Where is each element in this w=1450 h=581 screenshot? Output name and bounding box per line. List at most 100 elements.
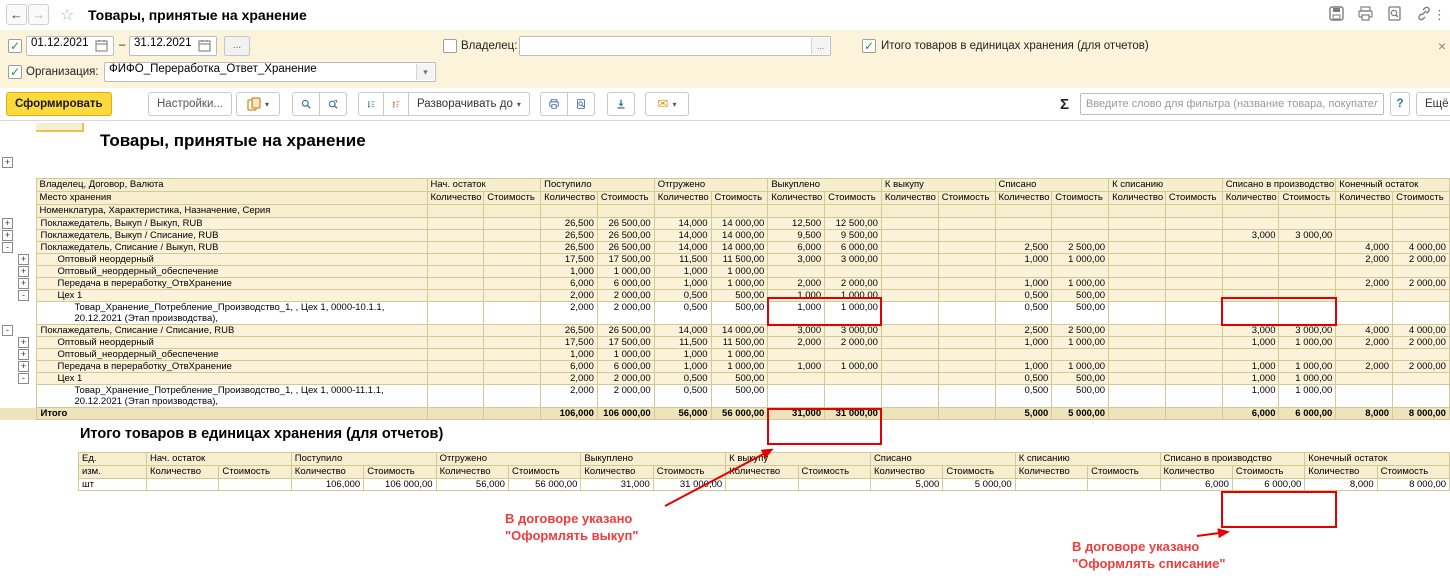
value-cell[interactable]: 1 000,00 [1052,278,1109,290]
value-cell[interactable] [881,373,938,385]
value-cell[interactable]: 1,000 [768,290,825,302]
value-cell[interactable] [484,385,541,408]
value-cell[interactable] [427,373,484,385]
value-cell[interactable]: 9 500,00 [825,230,882,242]
value-cell[interactable] [1165,349,1222,361]
value-cell[interactable] [1165,254,1222,266]
row-expander[interactable]: + [18,266,29,277]
value-cell[interactable] [1165,242,1222,254]
org-checkbox[interactable]: ✓ [8,65,22,79]
value-cell[interactable] [938,349,995,361]
row-label[interactable]: Поклажедатель, Выкуп / Выкуп, RUB [36,218,427,230]
value-cell[interactable]: 1 000,00 [825,302,882,325]
value-cell[interactable] [1279,254,1336,266]
value-cell[interactable]: 1,000 [995,254,1052,266]
value-cell[interactable]: 2 000,00 [597,373,654,385]
row-expander[interactable]: - [2,242,13,253]
value-cell[interactable]: 0,500 [995,373,1052,385]
value-cell[interactable]: 2,500 [995,325,1052,337]
value-cell[interactable] [1222,302,1279,325]
value-cell[interactable]: 6,000 [1160,479,1232,491]
value-cell[interactable]: 11,500 [654,337,711,349]
value-cell[interactable]: 6 000,00 [597,361,654,373]
value-cell[interactable] [938,385,995,408]
value-cell[interactable] [427,302,484,325]
value-cell[interactable] [1393,230,1450,242]
value-cell[interactable]: 8,000 [1336,408,1393,420]
value-cell[interactable]: 1,000 [654,349,711,361]
value-cell[interactable]: 2 000,00 [1393,254,1450,266]
period-more-button[interactable]: ... [224,36,250,56]
value-cell[interactable]: 1,000 [768,302,825,325]
save-file-button[interactable] [607,92,635,116]
row-label[interactable]: Товар_Хранение_Потребление_Производство_… [36,302,427,325]
value-cell[interactable] [1279,266,1336,278]
value-cell[interactable]: 26 500,00 [597,218,654,230]
value-cell[interactable] [1222,266,1279,278]
row-label[interactable]: Товар_Хранение_Потребление_Производство_… [36,385,427,408]
print-preview-button[interactable] [567,92,595,116]
send-mail-button[interactable]: ✉ ▾ [645,92,689,116]
value-cell[interactable] [938,290,995,302]
value-cell[interactable]: 2 000,00 [1393,337,1450,349]
value-cell[interactable] [484,349,541,361]
value-cell[interactable] [1393,290,1450,302]
back-icon[interactable]: ← [6,4,27,25]
value-cell[interactable]: 2 000,00 [597,385,654,408]
value-cell[interactable] [995,349,1052,361]
value-cell[interactable] [1165,218,1222,230]
value-cell[interactable] [1109,230,1166,242]
value-cell[interactable] [1165,290,1222,302]
value-cell[interactable]: 0,500 [995,290,1052,302]
value-cell[interactable]: 6,000 [541,361,598,373]
expand-to-button[interactable]: Разворачивать до ▾ [408,92,530,116]
save-icon[interactable] [1329,6,1344,21]
value-cell[interactable] [1109,337,1166,349]
value-cell[interactable]: 1,000 [1222,373,1279,385]
value-cell[interactable] [1052,230,1109,242]
value-cell[interactable] [881,361,938,373]
link-icon[interactable] [1416,6,1432,21]
value-cell[interactable]: 26,500 [541,325,598,337]
value-cell[interactable]: 1,000 [1222,337,1279,349]
value-cell[interactable]: 1,000 [541,349,598,361]
value-cell[interactable] [1336,218,1393,230]
value-cell[interactable]: 8,000 [1305,479,1377,491]
value-cell[interactable]: 0,500 [654,385,711,408]
value-cell[interactable]: 14 000,00 [711,325,768,337]
value-cell[interactable]: 6 000,00 [1232,479,1304,491]
value-cell[interactable]: 3,000 [1222,230,1279,242]
value-cell[interactable] [1109,278,1166,290]
value-cell[interactable]: 12 500,00 [825,218,882,230]
value-cell[interactable]: 14,000 [654,230,711,242]
value-cell[interactable]: 1 000,00 [1052,361,1109,373]
value-cell[interactable] [881,302,938,325]
owner-more-button[interactable]: ... [811,38,829,54]
row-label[interactable]: Оптовый неордерный [36,337,427,349]
value-cell[interactable] [1165,373,1222,385]
value-cell[interactable]: 2,000 [541,302,598,325]
value-cell[interactable]: 26 500,00 [597,230,654,242]
value-cell[interactable] [881,254,938,266]
value-cell[interactable] [881,218,938,230]
search-next-button[interactable] [319,92,347,116]
value-cell[interactable] [938,230,995,242]
value-cell[interactable] [427,242,484,254]
value-cell[interactable]: 11 500,00 [711,254,768,266]
value-cell[interactable]: 500,00 [711,385,768,408]
settings-button[interactable]: Настройки... [148,92,232,116]
row-expander[interactable]: + [18,254,29,265]
value-cell[interactable]: 6 000,00 [825,242,882,254]
value-cell[interactable] [1109,290,1166,302]
value-cell[interactable] [768,385,825,408]
org-field[interactable]: ФИФО_Переработка_Ответ_Хранение ▾ [104,62,436,82]
value-cell[interactable]: 14 000,00 [711,218,768,230]
value-cell[interactable]: 1 000,00 [1279,337,1336,349]
value-cell[interactable] [1165,230,1222,242]
value-cell[interactable] [1109,242,1166,254]
unit-cell[interactable]: шт [79,479,147,491]
collapse-rows-button[interactable] [383,92,409,116]
value-cell[interactable] [1393,218,1450,230]
value-cell[interactable] [768,349,825,361]
value-cell[interactable] [938,337,995,349]
